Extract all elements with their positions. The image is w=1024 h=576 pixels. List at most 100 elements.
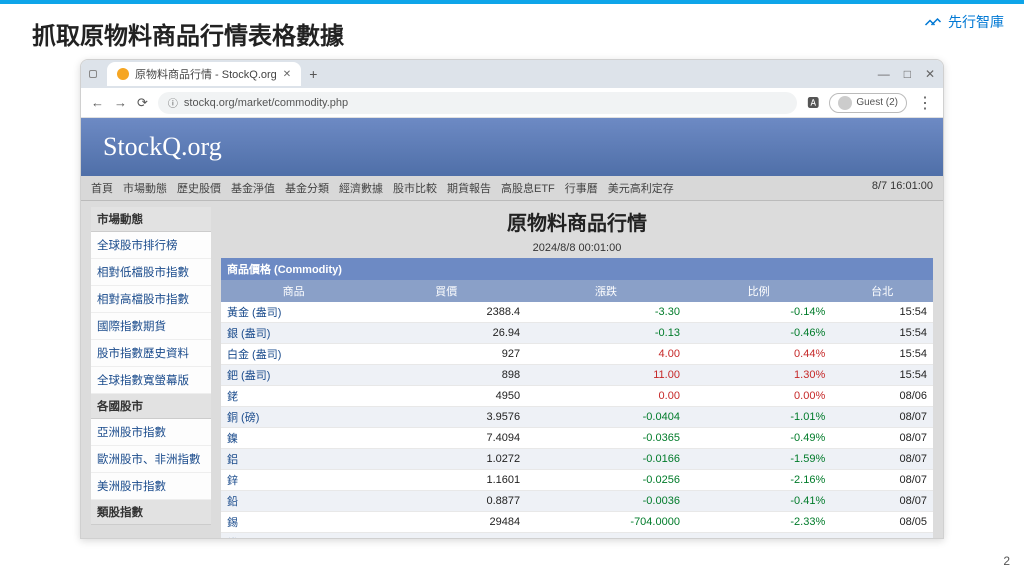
commodity-name[interactable]: 鋅 xyxy=(221,470,366,491)
menu-item[interactable]: 基金分類 xyxy=(285,180,329,196)
window-max-icon[interactable]: □ xyxy=(904,67,911,81)
forward-icon[interactable]: → xyxy=(114,95,127,111)
window-min-icon[interactable]: — xyxy=(878,67,890,81)
page-number: 2 xyxy=(1003,554,1010,568)
favicon-icon xyxy=(117,68,129,80)
sidebar-group-head: 市場動態 xyxy=(91,207,211,232)
cell: 08/05 xyxy=(831,512,933,533)
cell: 08/07 xyxy=(831,470,933,491)
menu-item[interactable]: 市場動態 xyxy=(123,180,167,196)
sidebar-item[interactable]: 美洲股市指數 xyxy=(91,473,211,500)
menu-item[interactable]: 行事曆 xyxy=(565,180,598,196)
browser-tab[interactable]: 原物料商品行情 - StockQ.org ✕ xyxy=(107,62,301,86)
table-header: 比例 xyxy=(686,280,831,302)
menu-item[interactable]: 美元高利定存 xyxy=(608,180,674,196)
commodity-name[interactable]: 鉛 xyxy=(221,491,366,512)
table-header: 買價 xyxy=(366,280,526,302)
cell: 898 xyxy=(366,365,526,386)
tab-spacer xyxy=(89,70,99,78)
table-row: 黃金 (盎司)2388.4-3.30-0.14%15:54 xyxy=(221,302,933,323)
cell: 08/07 xyxy=(831,491,933,512)
cell: 0.00 xyxy=(526,386,686,407)
cell: 1.1601 xyxy=(366,470,526,491)
commodity-name[interactable]: 錫 xyxy=(221,512,366,533)
profile-button[interactable]: Guest (2) xyxy=(829,93,907,113)
cell: 0.8877 xyxy=(366,491,526,512)
sidebar-item[interactable]: 全球指數寬螢幕版 xyxy=(91,367,211,394)
commodity-name[interactable]: 白金 (盎司) xyxy=(221,344,366,365)
window-close-icon[interactable]: ✕ xyxy=(925,67,935,81)
page-heading: 原物料商品行情 xyxy=(221,207,933,236)
table-row: 鋅1.1601-0.0256-2.16%08/07 xyxy=(221,470,933,491)
cell: -0.46% xyxy=(686,323,831,344)
cell: 4950 xyxy=(366,386,526,407)
commodity-name[interactable]: 鎳 xyxy=(221,428,366,449)
cell: 29484 xyxy=(366,512,526,533)
cell: 11.00 xyxy=(526,365,686,386)
table-row: 鈀 (盎司)89811.001.30%15:54 xyxy=(221,365,933,386)
sidebar-item[interactable]: 歐洲股市、非洲指數 xyxy=(91,446,211,473)
menu-item[interactable]: 高股息ETF xyxy=(501,180,555,196)
main-content: 原物料商品行情 2024/8/8 00:01:00 商品價格 (Commodit… xyxy=(221,207,933,538)
avatar-icon xyxy=(838,96,852,110)
sidebar-item[interactable]: 相對高檔股市指數 xyxy=(91,286,211,313)
url-input[interactable]: ⓘ stockq.org/market/commodity.php xyxy=(158,92,797,114)
menu-item[interactable]: 首頁 xyxy=(91,180,113,196)
cell: -3.30 xyxy=(526,302,686,323)
menu-item[interactable]: 歷史股價 xyxy=(177,180,221,196)
commodity-name[interactable]: 銀 (盎司) xyxy=(221,323,366,344)
table-row: 銠49500.000.00%08/06 xyxy=(221,386,933,407)
cell: 927 xyxy=(366,344,526,365)
translate-icon[interactable]: 🅰 xyxy=(807,94,819,111)
cell: 2388.4 xyxy=(366,302,526,323)
cell: 08/07 xyxy=(831,449,933,470)
cell: 08/07 xyxy=(831,407,933,428)
sidebar-item[interactable]: 全球股市排行榜 xyxy=(91,232,211,259)
address-bar: ← → ⟳ ⓘ stockq.org/market/commodity.php … xyxy=(81,88,943,118)
cell: 15:54 xyxy=(831,344,933,365)
menu-item[interactable]: 股市比較 xyxy=(393,180,437,196)
cell: 102.86 xyxy=(366,533,526,539)
close-tab-icon[interactable]: ✕ xyxy=(283,69,291,80)
commodity-name[interactable]: 鈀 (盎司) xyxy=(221,365,366,386)
cell: 0.00% xyxy=(686,386,831,407)
menu-item[interactable]: 期貨報告 xyxy=(447,180,491,196)
brand-logo: 先行智庫 xyxy=(924,12,1004,32)
cell: 1.30% xyxy=(686,365,831,386)
cell: 15:54 xyxy=(831,302,933,323)
table-row: 鎳7.4094-0.0365-0.49%08/07 xyxy=(221,428,933,449)
table-header: 商品 xyxy=(221,280,366,302)
menu-item[interactable]: 基金淨值 xyxy=(231,180,275,196)
back-icon[interactable]: ← xyxy=(91,95,104,111)
sidebar-item[interactable]: 亞洲股市指數 xyxy=(91,419,211,446)
site-info-icon[interactable]: ⓘ xyxy=(168,95,178,110)
sidebar-item[interactable]: 股市指數歷史資料 xyxy=(91,340,211,367)
commodity-name[interactable]: 黃金 (盎司) xyxy=(221,302,366,323)
commodity-table: 商品買價漲跌比例台北 黃金 (盎司)2388.4-3.30-0.14%15:54… xyxy=(221,280,933,538)
table-row: 鉛0.8877-0.0036-0.41%08/07 xyxy=(221,491,933,512)
cell: -704.0000 xyxy=(526,512,686,533)
commodity-name[interactable]: 鋁 xyxy=(221,449,366,470)
cell: 4.00 xyxy=(526,344,686,365)
table-row: 銅 (磅)3.9576-0.0404-1.01%08/07 xyxy=(221,407,933,428)
sidebar-item[interactable]: 相對低檔股市指數 xyxy=(91,259,211,286)
new-tab-button[interactable]: + xyxy=(309,66,317,82)
cell: -2.16% xyxy=(686,470,831,491)
reload-icon[interactable]: ⟳ xyxy=(137,95,148,111)
cell: -0.0036 xyxy=(526,491,686,512)
table-header: 漲跌 xyxy=(526,280,686,302)
site-banner[interactable]: StockQ.org xyxy=(81,118,943,176)
profile-label: Guest (2) xyxy=(856,97,898,108)
cell: 7.4094 xyxy=(366,428,526,449)
slide-title: 抓取原物料商品行情表格數據 xyxy=(0,4,1024,59)
commodity-name[interactable]: 銅 (磅) xyxy=(221,407,366,428)
cell: 08/06 xyxy=(831,533,933,539)
table-row: 鐵102.86-1.3200-1.27%08/06 xyxy=(221,533,933,539)
more-icon[interactable]: ⋮ xyxy=(917,93,933,113)
cell: 08/06 xyxy=(831,386,933,407)
commodity-name[interactable]: 鐵 xyxy=(221,533,366,539)
menu-item[interactable]: 經濟數據 xyxy=(339,180,383,196)
sidebar-item[interactable]: 國際指數期貨 xyxy=(91,313,211,340)
commodity-name[interactable]: 銠 xyxy=(221,386,366,407)
cell: -1.59% xyxy=(686,449,831,470)
